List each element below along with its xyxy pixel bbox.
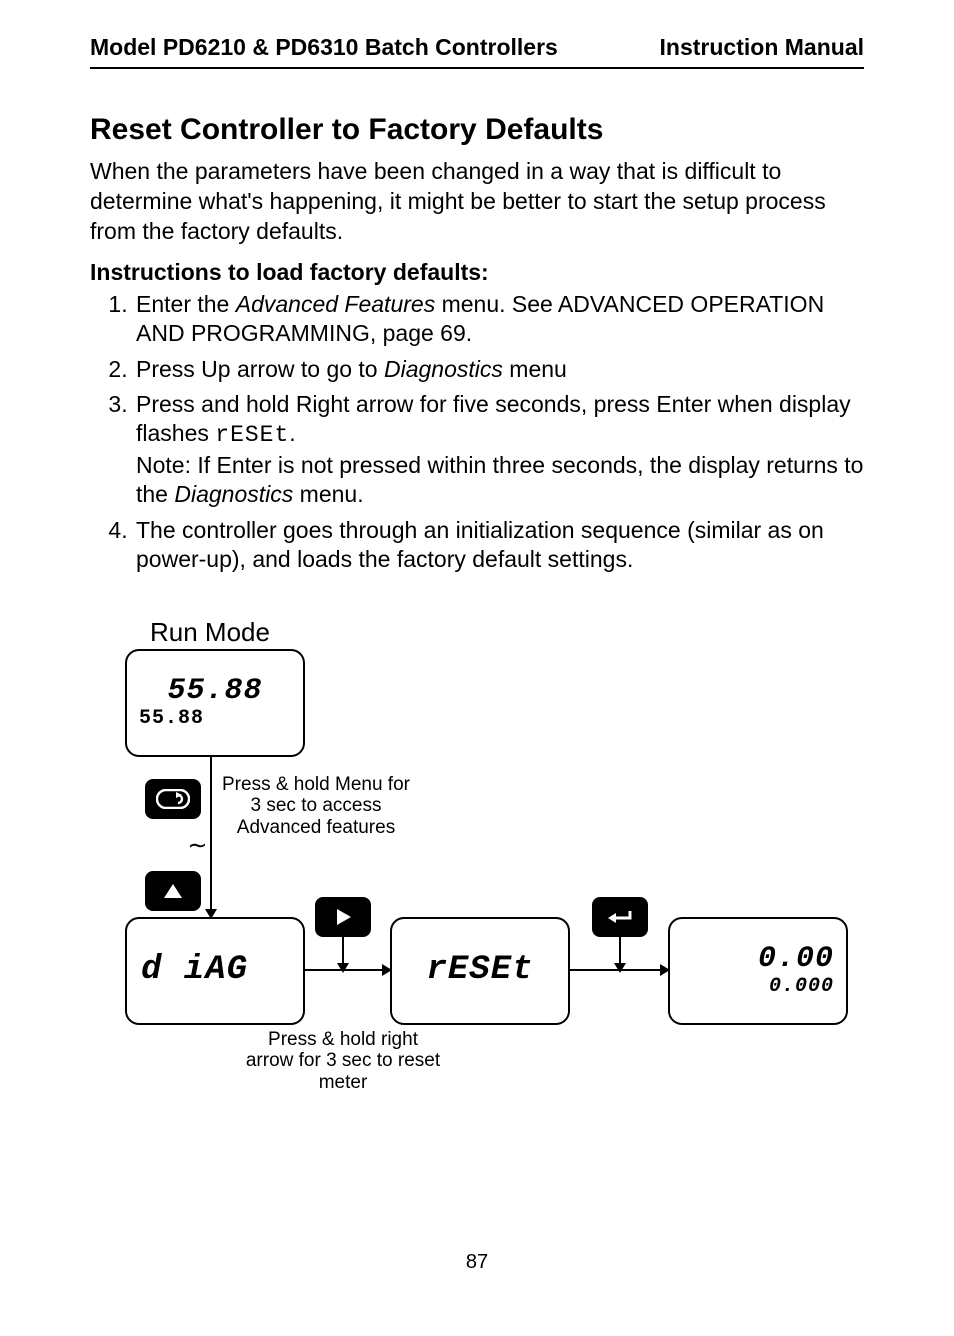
arrow-enter-btn-down-head <box>614 963 626 973</box>
run-mode-label: Run Mode <box>150 617 270 648</box>
step-3-code: rESEt <box>215 422 289 448</box>
up-arrow-button-icon <box>145 871 201 911</box>
step-1: Enter the Advanced Features menu. See AD… <box>134 290 864 349</box>
screen-run-big: 55.88 <box>127 676 303 708</box>
step-2-italic: Diagnostics <box>384 356 503 382</box>
step-1-italic: Advanced Features <box>236 291 435 317</box>
flow-diagram: Run Mode 55.88 55.88 ≀ Press & hold Menu… <box>90 619 864 1139</box>
step-3-note-italic: Diagnostics <box>174 481 293 507</box>
header-rule <box>90 67 864 69</box>
screen-diag-text: d iAG <box>127 953 248 989</box>
screen-run-mode: 55.88 55.88 <box>125 649 305 757</box>
page-number: 87 <box>0 1251 954 1274</box>
step-2: Press Up arrow to go to Diagnostics menu <box>134 355 864 384</box>
enter-button-icon <box>592 897 648 937</box>
arrow-diag-to-reset <box>305 969 390 971</box>
arrow-reset-to-zero <box>570 969 668 971</box>
section-title: Reset Controller to Factory Defaults <box>90 113 864 147</box>
screen-zero-big: 0.00 <box>758 944 834 976</box>
arrow-right-btn-down-head <box>337 963 349 973</box>
header-left: Model PD6210 & PD6310 Batch Controllers <box>90 34 558 61</box>
step-2-text-a: Press Up arrow to go to <box>136 356 384 382</box>
screen-reset: rESEt <box>390 917 570 1025</box>
break-squiggle-icon: ≀ <box>183 841 212 850</box>
step-3: Press and hold Right arrow for five seco… <box>134 390 864 510</box>
note-reset-hold: Press & hold right arrow for 3 sec to re… <box>245 1029 441 1095</box>
manual-page: Model PD6210 & PD6310 Batch Controllers … <box>0 0 954 1336</box>
step-4: The controller goes through an initializ… <box>134 516 864 575</box>
step-2-text-c: menu <box>503 356 567 382</box>
screen-run-small: 55.88 <box>127 708 204 729</box>
header-right: Instruction Manual <box>660 34 864 61</box>
screen-reset-text: rESEt <box>392 953 568 989</box>
screen-zero: 0.00 0.000 <box>668 917 848 1025</box>
menu-button-icon <box>145 779 201 819</box>
right-arrow-button-icon <box>315 897 371 937</box>
instructions-subhead: Instructions to load factory defaults: <box>90 259 864 286</box>
step-1-text-a: Enter the <box>136 291 236 317</box>
intro-paragraph: When the parameters have been changed in… <box>90 157 864 247</box>
arrow-run-to-diag <box>210 757 212 917</box>
screen-zero-small: 0.000 <box>769 976 834 997</box>
step-3-note-c: menu. <box>293 481 363 507</box>
step-3-text-c: . <box>289 420 295 446</box>
instructions-list: Enter the Advanced Features menu. See AD… <box>90 290 864 575</box>
page-header: Model PD6210 & PD6310 Batch Controllers … <box>90 34 864 67</box>
screen-diagnostics: d iAG <box>125 917 305 1025</box>
note-menu-hold: Press & hold Menu for 3 sec to access Ad… <box>218 774 414 840</box>
